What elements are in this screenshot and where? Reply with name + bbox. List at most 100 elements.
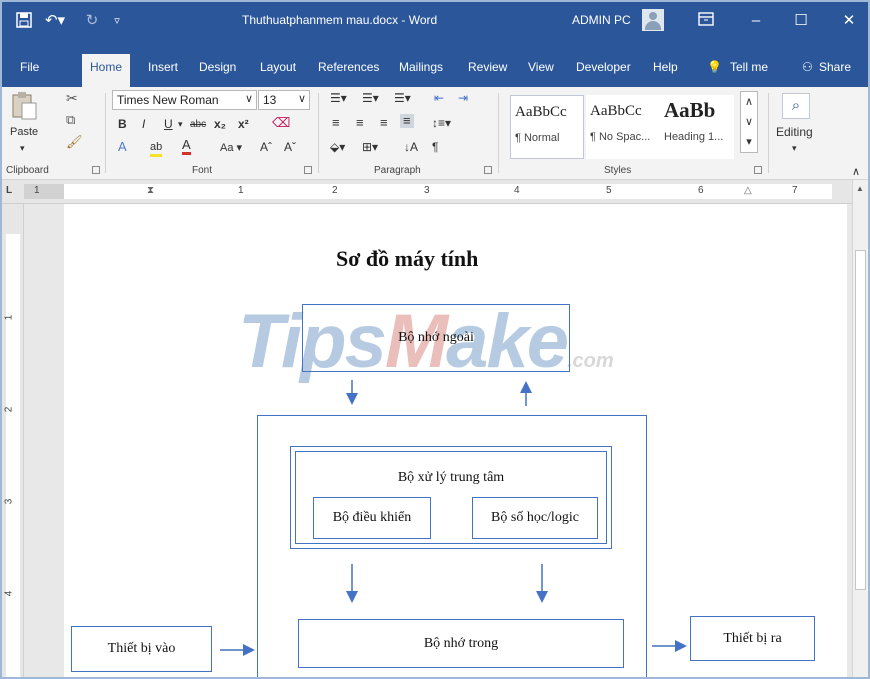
tab-mailings[interactable]: Mailings xyxy=(399,60,443,74)
tab-view[interactable]: View xyxy=(528,60,554,74)
sort-icon[interactable]: ↓A xyxy=(404,140,418,154)
page-title: Sơ đồ máy tính xyxy=(336,246,479,271)
tab-design[interactable]: Design xyxy=(199,60,236,74)
styles-launcher-icon[interactable] xyxy=(754,166,762,174)
search-icon[interactable]: ⌕ xyxy=(782,93,810,119)
tab-developer[interactable]: Developer xyxy=(576,60,631,74)
tab-home[interactable]: Home xyxy=(82,54,131,87)
box-label: Bộ nhớ trong xyxy=(423,635,499,651)
paste-icon[interactable] xyxy=(10,91,38,125)
internal-memory-box[interactable]: Bộ nhớ trong xyxy=(298,619,624,668)
box-label: Bộ số học/logic xyxy=(491,510,579,525)
redo-icon[interactable]: ↻ xyxy=(84,12,100,30)
ruler-number: 1 xyxy=(34,185,40,196)
save-icon[interactable] xyxy=(16,12,32,30)
paste-button[interactable]: Paste xyxy=(10,125,38,139)
chevron-down-icon[interactable]: ∨ xyxy=(298,92,306,105)
superscript-icon[interactable]: x² xyxy=(238,117,249,131)
tab-file[interactable]: File xyxy=(20,60,39,74)
vertical-scrollbar[interactable]: ▲ xyxy=(852,180,868,677)
tab-layout[interactable]: Layout xyxy=(260,60,296,74)
user-name[interactable]: ADMIN PC xyxy=(572,13,631,27)
underline-dropdown-icon[interactable]: ▾ xyxy=(178,117,183,131)
lightbulb-icon: 💡 xyxy=(707,60,722,74)
underline-icon[interactable]: U xyxy=(164,117,173,131)
close-icon[interactable]: ✕ xyxy=(840,12,858,30)
chevron-down-icon[interactable]: ∨ xyxy=(245,92,253,105)
scroll-up-icon[interactable]: ▲ xyxy=(856,184,864,193)
tab-references[interactable]: References xyxy=(318,60,379,74)
external-memory-box[interactable]: Bộ nhớ ngoài xyxy=(302,304,570,372)
cut-icon[interactable]: ✂ xyxy=(66,91,78,105)
decrease-indent-icon[interactable]: ⇤ xyxy=(434,91,444,105)
editing-button[interactable]: Editing xyxy=(776,125,813,139)
indent-marker-icon[interactable]: ⧗ xyxy=(147,185,154,196)
font-color-icon[interactable]: A xyxy=(182,138,191,155)
ruler-track xyxy=(62,184,832,199)
font-name-combo[interactable]: Times New Roman ∨ xyxy=(112,90,257,110)
format-painter-icon[interactable]: 🖌 xyxy=(66,135,83,149)
paste-dropdown-icon[interactable]: ▾ xyxy=(20,141,25,155)
increase-indent-icon[interactable]: ⇥ xyxy=(458,91,468,105)
style-no-spacing[interactable]: AaBbCc ¶ No Spac... xyxy=(586,95,660,159)
multilevel-list-icon[interactable]: ☰▾ xyxy=(394,91,411,105)
highlight-icon[interactable]: ab xyxy=(150,140,163,157)
text-effects-icon[interactable]: A xyxy=(118,140,127,154)
style-normal[interactable]: AaBbCc ¶ Normal xyxy=(510,95,584,159)
style-heading-1[interactable]: AaBb Heading 1... xyxy=(660,95,734,159)
customize-quick-access-icon[interactable]: ▿ xyxy=(110,12,124,30)
minimize-icon[interactable]: – xyxy=(747,12,765,30)
ribbon-display-options-icon[interactable] xyxy=(697,12,715,30)
styles-group-label: Styles xyxy=(604,165,632,176)
ruler-margin xyxy=(24,184,64,199)
editing-dropdown-icon[interactable]: ▾ xyxy=(792,141,797,155)
vertical-ruler[interactable]: 1 2 3 4 xyxy=(2,204,24,677)
subscript-icon[interactable]: x₂ xyxy=(214,117,226,131)
align-left-icon[interactable]: ≡ xyxy=(332,116,340,130)
undo-icon[interactable]: ↶▾ xyxy=(44,12,66,30)
tab-review[interactable]: Review xyxy=(468,60,507,74)
font-size-combo[interactable]: 13 ∨ xyxy=(258,90,310,110)
line-spacing-icon[interactable]: ↕≡▾ xyxy=(432,116,451,130)
tab-insert[interactable]: Insert xyxy=(148,60,178,74)
share-button[interactable]: Share xyxy=(819,60,851,74)
maximize-icon[interactable]: ☐ xyxy=(792,12,810,30)
control-unit-box[interactable]: Bộ điều khiển xyxy=(313,497,431,539)
paragraph-launcher-icon[interactable] xyxy=(484,166,492,174)
style-sample: AaBb xyxy=(664,98,716,122)
align-center-icon[interactable]: ≡ xyxy=(356,116,364,130)
output-device-box[interactable]: Thiết bị ra xyxy=(690,616,815,661)
shading-icon[interactable]: ⬙▾ xyxy=(330,140,345,154)
justify-icon[interactable]: ≡ xyxy=(400,114,414,128)
right-indent-marker-icon[interactable]: △ xyxy=(744,185,752,196)
tab-help[interactable]: Help xyxy=(653,60,678,74)
tell-me-search[interactable]: Tell me xyxy=(730,60,768,74)
clipboard-launcher-icon[interactable] xyxy=(92,166,100,174)
grow-font-icon[interactable]: Aˆ xyxy=(260,140,272,154)
align-right-icon[interactable]: ≡ xyxy=(380,116,388,130)
clear-formatting-icon[interactable]: ⌫ xyxy=(272,116,290,130)
copy-icon[interactable]: ⧉ xyxy=(66,113,75,127)
change-case-icon[interactable]: Aa ▾ xyxy=(220,141,242,155)
italic-icon[interactable]: I xyxy=(142,117,145,131)
box-label: Bộ nhớ ngoài xyxy=(398,330,474,345)
tab-selector-icon[interactable]: L xyxy=(6,185,12,196)
style-sample: AaBbCc xyxy=(590,103,642,119)
collapse-ribbon-icon[interactable]: ∧ xyxy=(852,165,860,179)
numbering-icon[interactable]: ☰▾ xyxy=(362,91,379,105)
horizontal-ruler[interactable]: L 1 ⧗ 1 2 3 4 5 6 △ 7 xyxy=(2,180,868,204)
font-launcher-icon[interactable] xyxy=(304,166,312,174)
borders-icon[interactable]: ⊞▾ xyxy=(362,140,378,154)
share-icon[interactable]: ⚇ xyxy=(802,60,813,74)
input-device-box[interactable]: Thiết bị vào xyxy=(71,626,212,672)
styles-scroll-buttons[interactable]: ∧ ∨ ▾ xyxy=(740,91,758,153)
avatar[interactable] xyxy=(642,9,664,31)
bold-icon[interactable]: B xyxy=(118,117,127,131)
shrink-font-icon[interactable]: Aˇ xyxy=(284,140,296,154)
bullets-icon[interactable]: ☰▾ xyxy=(330,91,347,105)
scrollbar-thumb[interactable] xyxy=(855,250,866,590)
alu-box[interactable]: Bộ số học/logic xyxy=(472,497,598,539)
strikethrough-icon[interactable]: abc xyxy=(190,118,206,132)
show-hide-icon[interactable]: ¶ xyxy=(432,140,438,154)
ruler-number: 1 xyxy=(238,185,244,196)
